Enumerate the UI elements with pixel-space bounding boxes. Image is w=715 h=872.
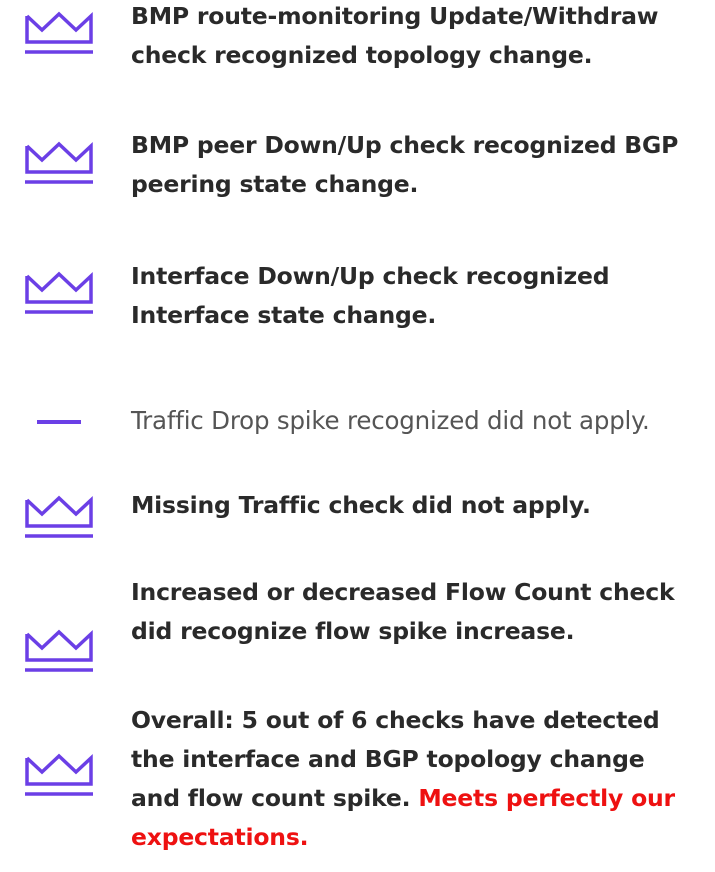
check-item-text: Increased or decreased Flow Count check …	[131, 578, 675, 645]
check-item-text: Traffic Drop spike recognized did not ap…	[131, 406, 650, 435]
check-item-text: Interface Down/Up check recognized Inter…	[131, 262, 610, 329]
highlight-text: expectations.	[131, 823, 309, 851]
highlight-text: Meets perfectly our	[418, 784, 675, 812]
check-item-text: BMP route-monitoring Update/Withdraw che…	[131, 2, 659, 69]
dash-icon	[23, 400, 95, 452]
check-item-text: BMP peer Down/Up check recognized BGP pe…	[131, 131, 679, 198]
check-item-text: Missing Traffic check did not apply.	[131, 491, 591, 519]
crown-icon	[23, 268, 95, 320]
crown-icon	[23, 626, 95, 678]
crown-icon	[23, 138, 95, 190]
crown-icon	[23, 750, 95, 802]
crown-icon	[23, 492, 95, 544]
check-item-text: Overall: 5 out of 6 checks have detected…	[131, 701, 715, 857]
crown-icon	[23, 8, 95, 60]
